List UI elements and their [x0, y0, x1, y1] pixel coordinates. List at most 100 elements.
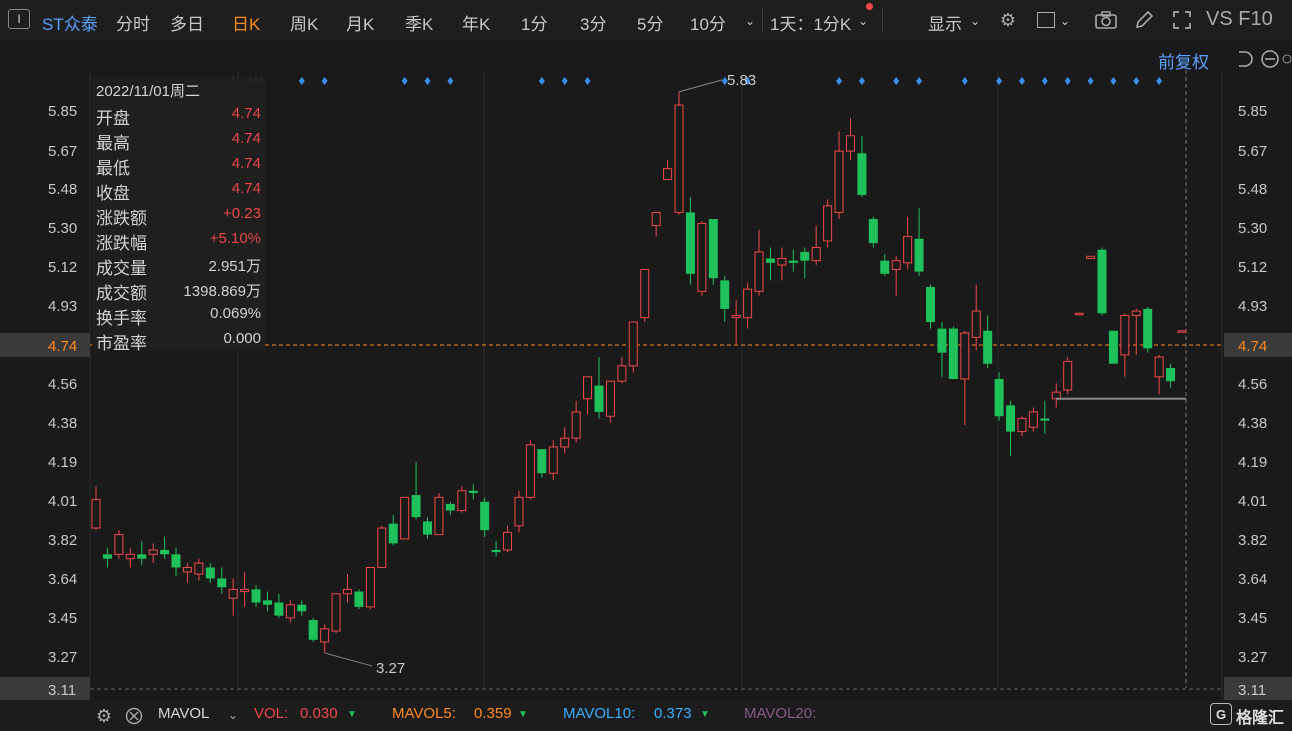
zoom-out-icon[interactable]: [1258, 47, 1282, 71]
tab-9[interactable]: 5分: [637, 10, 663, 35]
price-tick-left: 4.01: [48, 493, 77, 510]
price-tick-left: 5.12: [48, 259, 77, 276]
candle-body-up: [697, 222, 707, 292]
tab-4[interactable]: 月K: [346, 10, 374, 35]
candle-body-up: [400, 496, 410, 540]
candle-body-up: [640, 268, 650, 319]
candle-body-up: [605, 380, 615, 417]
candle-body-up: [754, 251, 764, 292]
tab-10[interactable]: 10分: [690, 10, 726, 35]
candle-body-down: [160, 549, 170, 555]
zoom-in-icon[interactable]: [1282, 47, 1292, 71]
tab-7[interactable]: 1分: [521, 10, 547, 35]
candle-body-up: [1086, 255, 1096, 259]
info-value: 4.74: [231, 130, 261, 147]
candle-body-up: [1028, 411, 1038, 428]
candle-body-down: [102, 554, 112, 559]
candle-body-up: [960, 332, 970, 380]
candle-body-down: [765, 258, 775, 263]
price-tick-left: 4.38: [48, 415, 77, 432]
pencil-icon[interactable]: [1132, 8, 1156, 32]
undo-icon[interactable]: [1232, 47, 1256, 71]
price-tick-right: 5.30: [1238, 220, 1267, 237]
info-value: 4.74: [231, 180, 261, 197]
candle-body-down: [720, 280, 730, 309]
candle-body-up: [834, 150, 844, 213]
adjust-mode[interactable]: 前复权: [1158, 48, 1209, 73]
info-row: 成交量 2.951万: [96, 254, 261, 279]
tab-2[interactable]: 日K: [232, 10, 260, 35]
info-label: 开盘: [96, 109, 130, 128]
price-tick-left: 3.45: [48, 610, 77, 627]
candle-body-up: [1017, 417, 1027, 433]
candle-body-up: [1177, 330, 1187, 333]
chevron-down-icon[interactable]: ⌄: [1060, 14, 1070, 28]
candle-body-down: [205, 567, 215, 579]
gear-icon[interactable]: ⚙: [92, 704, 116, 728]
candle-body-down: [445, 503, 455, 511]
candle-body-down: [468, 490, 478, 493]
candle-body-up: [1074, 312, 1084, 316]
color-box-icon[interactable]: [1034, 8, 1058, 32]
info-value: 2.951万: [208, 258, 261, 275]
info-row: 换手率 0.069%: [96, 304, 261, 329]
divider: [762, 8, 763, 32]
tab-8[interactable]: 3分: [580, 10, 606, 35]
price-tick-right: 5.85: [1238, 103, 1267, 120]
info-label: 成交额: [96, 284, 147, 303]
info-value: +0.23: [223, 205, 261, 222]
candle-body-up: [617, 365, 627, 382]
candle-body-up: [503, 531, 513, 551]
period-select[interactable]: 1天：1分K: [770, 10, 851, 35]
candle-body-up: [903, 236, 913, 264]
chevron-down-icon[interactable]: ⌄: [745, 14, 755, 28]
mavol10-label: MAVOL10:: [563, 705, 636, 722]
display-menu[interactable]: 显示: [928, 10, 962, 35]
tab-1[interactable]: 多日: [170, 10, 204, 35]
info-row: 涨跌额 +0.23: [96, 204, 261, 229]
tab-6[interactable]: 年K: [462, 10, 490, 35]
chevron-down-icon[interactable]: ⌄: [228, 708, 238, 722]
info-label: 成交量: [96, 259, 147, 278]
gear-icon[interactable]: ⚙: [996, 8, 1020, 32]
info-value: 4.74: [231, 155, 261, 172]
price-tick-right: 4.93: [1238, 298, 1267, 315]
tab-0[interactable]: 分时: [116, 10, 150, 35]
stock-symbol[interactable]: ST众泰: [42, 10, 98, 35]
candle-body-up: [240, 588, 250, 593]
fullscreen-icon[interactable]: [1170, 8, 1194, 32]
candle-body-down: [857, 153, 867, 195]
candle-body-up: [114, 534, 124, 555]
price-tick-right: 4.38: [1238, 415, 1267, 432]
info-value: 0.069%: [210, 305, 261, 322]
vs-f10-button[interactable]: VS F10: [1206, 8, 1273, 31]
camera-icon[interactable]: [1094, 8, 1118, 32]
candle-body-up: [777, 257, 787, 266]
arrow-down-icon: ▼: [518, 709, 528, 720]
info-date: 2022/11/01周二: [96, 83, 200, 100]
price-tick-left: 4.56: [48, 376, 77, 393]
info-value: 1398.869万: [183, 283, 261, 300]
hide-icon[interactable]: [122, 704, 146, 728]
candle-body-down: [388, 523, 398, 544]
candle-body-up: [525, 444, 535, 498]
candle-body-up: [228, 588, 238, 599]
price-tick-right: 3.64: [1238, 571, 1267, 588]
candle-body-up: [342, 588, 352, 595]
arrow-down-icon: ▼: [347, 709, 357, 720]
brand-name: 格隆汇: [1236, 710, 1285, 727]
candle-body-down: [251, 589, 261, 603]
candle-body-up: [331, 593, 341, 632]
candle-body-down: [262, 600, 272, 605]
chevron-down-icon[interactable]: ⌄: [970, 14, 980, 28]
candle-body-up: [194, 562, 204, 575]
candle-body-up: [674, 104, 684, 213]
tab-3[interactable]: 周K: [290, 10, 318, 35]
candle-body-down: [274, 602, 284, 616]
indicator-select[interactable]: MAVOL: [158, 705, 209, 722]
sidebar-toggle-icon[interactable]: I: [8, 9, 30, 29]
price-tick-right: 5.12: [1238, 259, 1267, 276]
info-label: 市盈率: [96, 334, 147, 353]
chevron-down-icon[interactable]: ⌄: [858, 14, 868, 28]
tab-5[interactable]: 季K: [405, 10, 433, 35]
